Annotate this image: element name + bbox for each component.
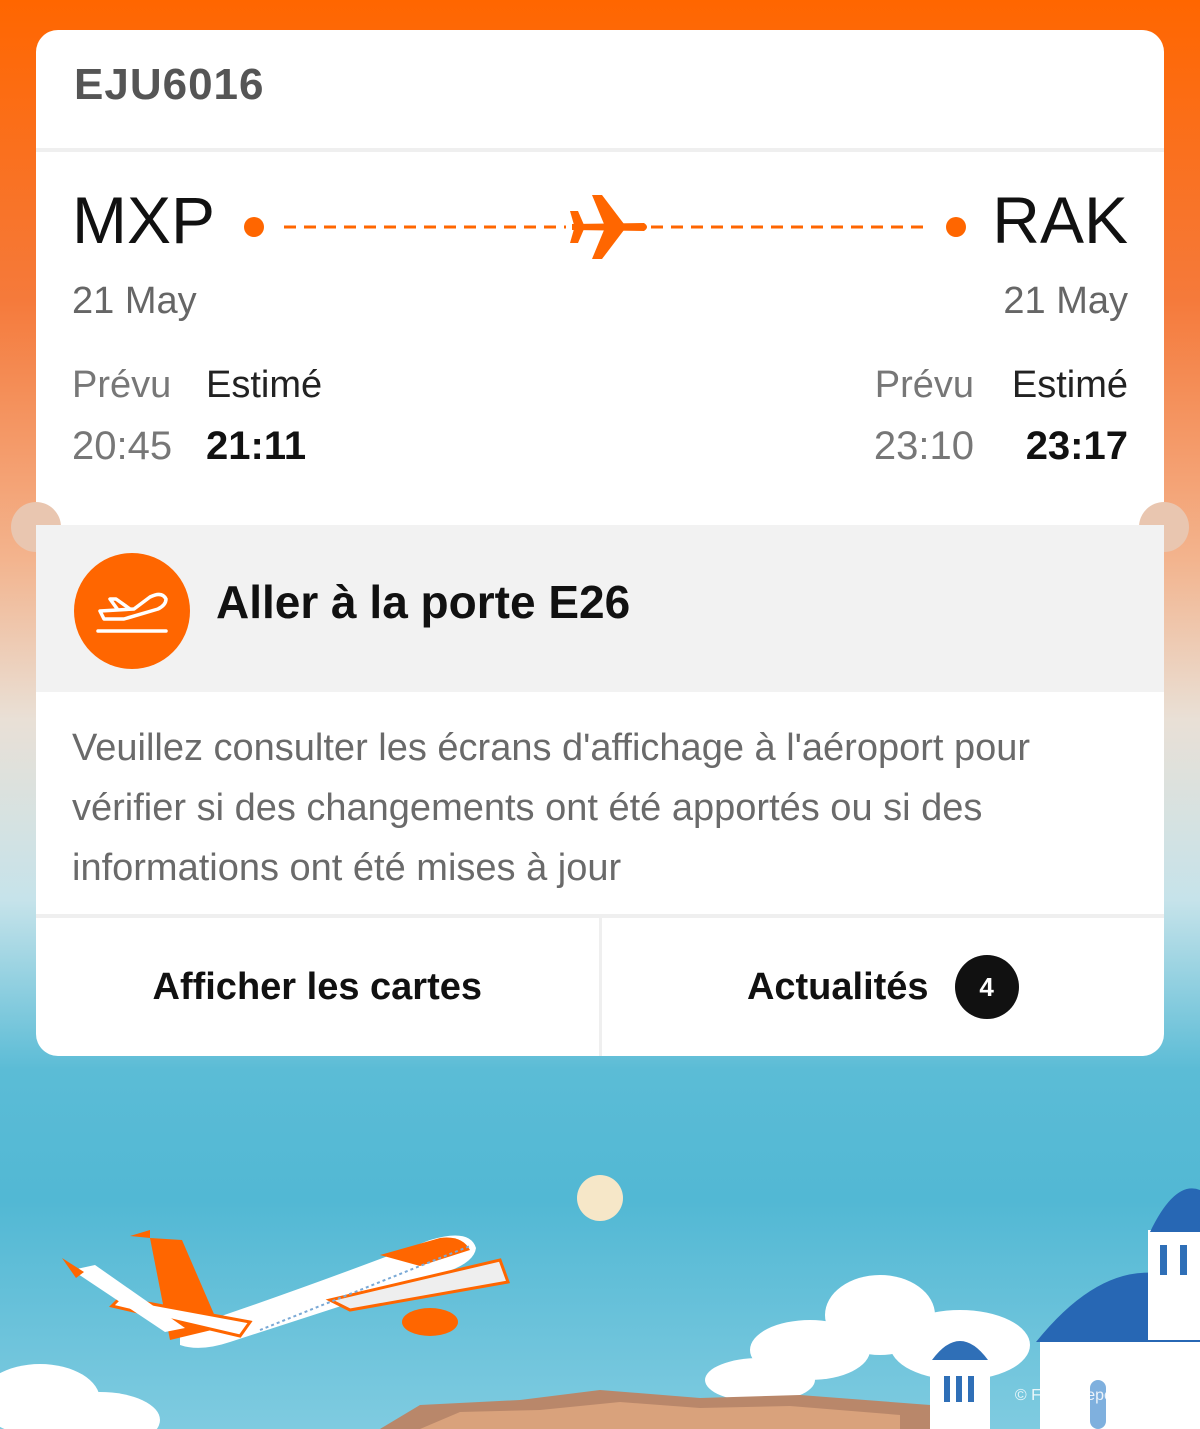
show-cards-label: Afficher les cartes [152, 965, 483, 1008]
destination-estimated-time: 23:17 [1025, 424, 1128, 468]
news-count-badge: 4 [954, 955, 1019, 1019]
action-bar: Afficher les cartes Actualités 4 [36, 918, 1164, 1056]
news-label: Actualités [746, 965, 929, 1008]
gate-banner: Aller à la porte E26 [36, 525, 1164, 692]
destination-scheduled-time: 23:10 [873, 424, 974, 468]
info-text: Veuillez consulter les écrans d'affichag… [72, 727, 1031, 889]
copyright-watermark: © Flight Report - Enivit [1014, 1387, 1176, 1404]
origin-scheduled-time: 20:45 [72, 424, 173, 468]
origin-scheduled-label: Prévu [72, 364, 172, 406]
plane-departure-icon [74, 553, 190, 669]
origin-date: 21 May [72, 280, 197, 322]
flight-card: EJU6016 MXP RAK 21 May 21 May Prévu Esti… [11, 30, 1189, 1056]
route-line [244, 195, 966, 259]
destination-dot [946, 217, 966, 237]
easyjet-airplane [62, 1230, 511, 1348]
origin-code: MXP [72, 183, 216, 257]
destination-date: 21 May [1003, 280, 1128, 322]
destination-estimated-label: Estimé [1011, 364, 1128, 406]
origin-dot [244, 217, 264, 237]
news-button[interactable]: Actualités 4 [602, 918, 1165, 1056]
destination-scheduled-label: Prévu [874, 364, 974, 406]
sun [577, 1175, 623, 1221]
destination-code: RAK [992, 183, 1128, 257]
background-illustration [0, 1175, 1200, 1429]
plane-icon [570, 195, 647, 259]
show-cards-button[interactable]: Afficher les cartes [36, 918, 602, 1056]
origin-estimated-label: Estimé [206, 364, 323, 406]
gate-message: Aller à la porte E26 [216, 576, 631, 628]
origin-estimated-time: 21:11 [206, 424, 307, 468]
flight-number: EJU6016 [74, 60, 265, 109]
divider [36, 148, 1164, 152]
